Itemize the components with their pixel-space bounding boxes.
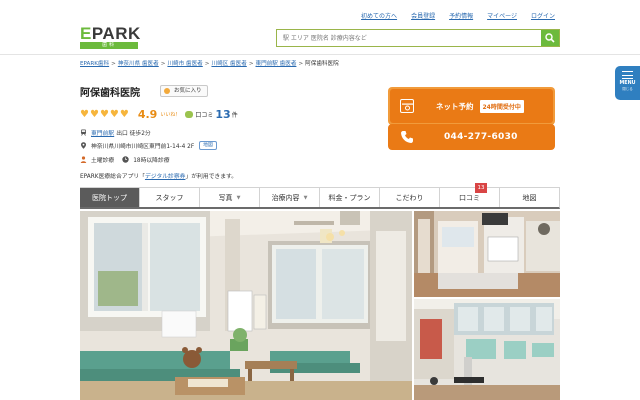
crumb-kawasaki-ward[interactable]: 川崎区 歯医者: [211, 61, 246, 67]
photo-gallery: [80, 211, 560, 400]
heart-icon: ♥: [89, 108, 99, 120]
address-line: 神奈川県川崎市川崎区東門前1-14-4 2F 地図: [80, 141, 217, 150]
chevron-down-icon: ▼: [303, 194, 308, 201]
tag-evening: 18時以降診療: [122, 155, 170, 164]
heart-icon: ♥: [119, 108, 129, 120]
favorite-button[interactable]: お気に入り: [160, 85, 208, 97]
menu-icon: [622, 71, 633, 79]
logo-text-rest: PARK: [91, 24, 141, 43]
crumb-station[interactable]: 東門前駅 歯医者: [256, 61, 297, 67]
breadcrumb: EPARK歯科 > 神奈川県 歯医者 > 川崎市 歯医者 > 川崎区 歯医者 > 東門前駅 歯医…: [80, 61, 339, 67]
phone-icon: [401, 131, 413, 143]
tab-reviews[interactable]: 口コミ 13: [439, 183, 499, 207]
main-photo-waiting-room[interactable]: [80, 211, 412, 400]
tab-label: 治療内容: [271, 193, 300, 202]
tab-photos[interactable]: 写真 ▼: [199, 188, 259, 207]
crumb-kawasaki-city[interactable]: 川崎市 歯医者: [167, 61, 202, 67]
link-first-time[interactable]: 初めての方へ: [361, 11, 397, 20]
map-button[interactable]: 地図: [199, 141, 217, 150]
phone-button[interactable]: 044-277-6030: [388, 124, 555, 150]
tags-line: 土曜診療 18時以降診療: [80, 155, 178, 164]
tab-top[interactable]: 医院トップ: [80, 188, 139, 207]
tab-treatments[interactable]: 治療内容 ▼: [259, 188, 319, 207]
tab-label: 医院トップ: [92, 193, 127, 202]
pin-icon: [81, 142, 86, 149]
app-note: EPARK医療総合アプリ「デジタル診察券」が利用できます。: [80, 171, 237, 180]
tab-map[interactable]: 地図: [499, 188, 559, 207]
rating-row: ♥ ♥ ♥ ♥ ♥ 4.9 いいね！ 口コミ 13 件: [80, 108, 238, 121]
clinic-tabs: 医院トップ スタッフ 写真 ▼ 治療内容 ▼ 料金・プラン こだわり 口コミ 13 地…: [80, 183, 560, 209]
net-reservation-button[interactable]: ネット予約 24時間受付中: [388, 87, 555, 125]
logo-subtitle: 歯科: [80, 42, 138, 49]
crumb-epark[interactable]: EPARK歯科: [80, 61, 109, 67]
tab-features[interactable]: こだわり: [379, 188, 439, 207]
heart-icon: ♥: [80, 108, 89, 120]
station-link[interactable]: 東門前駅: [91, 128, 114, 137]
access-line: 東門前駅 出口 徒歩2分: [80, 128, 151, 137]
menu-sublabel: 閉じる: [622, 87, 633, 91]
link-register[interactable]: 会員登録: [411, 11, 435, 20]
logo-text: EPARK: [80, 24, 141, 43]
search-box: [276, 29, 560, 47]
photo-treatment-room[interactable]: [414, 299, 560, 400]
photo-equipment-room[interactable]: [414, 211, 560, 297]
search-icon: [545, 33, 555, 43]
review-count-link[interactable]: 13: [215, 108, 230, 121]
header-divider: [0, 54, 640, 55]
search-input[interactable]: [277, 30, 541, 46]
app-note-suffix: 」が利用できます。: [185, 174, 238, 180]
rating-score: 4.9: [137, 108, 158, 121]
search-button[interactable]: [541, 30, 559, 46]
app-note-prefix: EPARK医療総合アプリ「: [80, 174, 145, 180]
net-reservation-label: ネット予約: [436, 101, 474, 111]
tab-label: 料金・プラン: [328, 193, 371, 202]
review-label: 口コミ: [195, 112, 214, 119]
digital-card-link[interactable]: デジタル診察券: [145, 174, 185, 180]
tab-label: 口コミ: [459, 193, 480, 202]
favorite-label: お気に入り: [174, 88, 202, 94]
tab-pricing[interactable]: 料金・プラン: [319, 188, 379, 207]
link-login[interactable]: ログイン: [531, 11, 555, 20]
chevron-down-icon: ▼: [236, 194, 241, 201]
tab-label: 写真: [218, 193, 233, 202]
tab-label: スタッフ: [155, 193, 184, 202]
calendar-person-icon: [80, 156, 87, 163]
review-bubble-icon: [185, 111, 194, 118]
open-24h-badge: 24時間受付中: [479, 99, 524, 113]
address-text: 神奈川県川崎市川崎区東門前1-14-4 2F: [91, 144, 195, 150]
exit-walk-text: 出口 徒歩2分: [116, 131, 151, 137]
side-menu-button[interactable]: MENU 閉じる: [615, 66, 640, 100]
tab-label: 地図: [522, 193, 537, 202]
train-icon: [81, 129, 86, 136]
rating-hearts: ♥ ♥ ♥ ♥ ♥: [80, 108, 129, 120]
crumb-kanagawa[interactable]: 神奈川県 歯医者: [118, 61, 159, 67]
calendar-icon: [400, 99, 414, 113]
review-count-badge: 13: [475, 183, 487, 193]
tab-label: こだわり: [395, 193, 424, 202]
clinic-name: 阿保歯科医院: [80, 88, 140, 99]
phone-number: 044-277-6030: [444, 132, 518, 142]
iine-label: いいね！: [160, 112, 181, 118]
heart-icon: ♥: [109, 108, 119, 120]
clock-icon: [122, 156, 129, 163]
link-mypage[interactable]: マイページ: [487, 11, 517, 20]
review-unit: 件: [231, 112, 238, 119]
tag-saturday: 土曜診療: [80, 155, 114, 164]
favorite-icon: [164, 88, 170, 94]
top-links: 初めての方へ 会員登録 予約情報 マイページ ログイン: [361, 11, 555, 20]
tab-staff[interactable]: スタッフ: [139, 188, 199, 207]
crumb-current: 阿保歯科医院: [305, 61, 339, 67]
link-reservations[interactable]: 予約情報: [449, 11, 473, 20]
heart-icon: ♥: [99, 108, 109, 120]
tag-evening-label: 18時以降診療: [133, 158, 170, 164]
tag-saturday-label: 土曜診療: [91, 158, 115, 164]
epark-logo[interactable]: EPARK 歯科: [80, 24, 141, 49]
